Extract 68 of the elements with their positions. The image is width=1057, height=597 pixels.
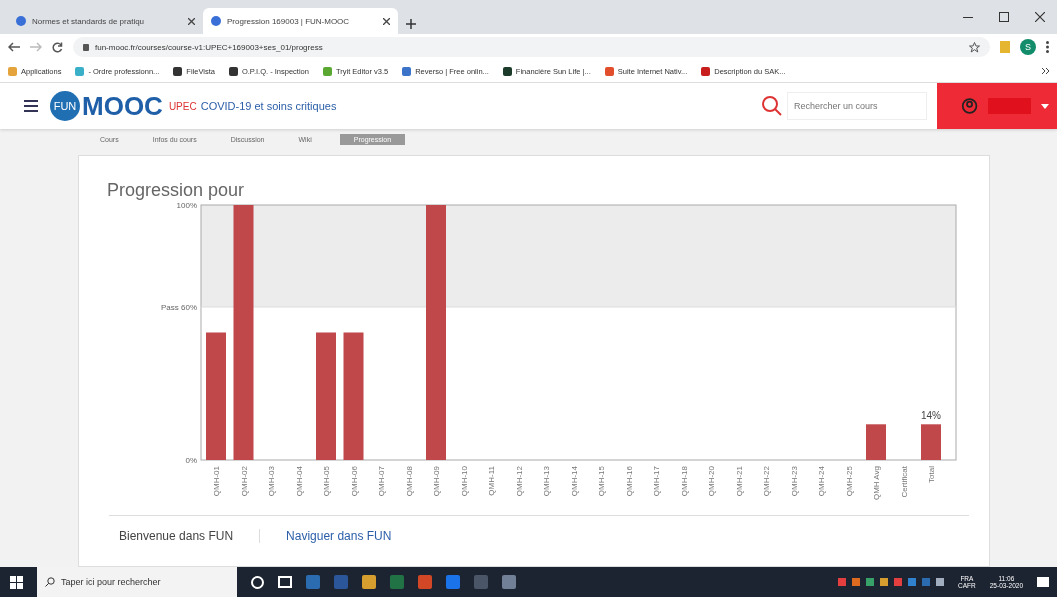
score-bar — [921, 424, 941, 460]
favicon-icon — [16, 16, 26, 26]
browser-tab[interactable]: Progression 169003 | FUN-MOOC — [203, 8, 398, 34]
x-axis-label: QMH-04 — [294, 466, 304, 497]
x-axis-label: QMH-09 — [432, 466, 441, 497]
minimize-icon[interactable] — [963, 16, 973, 18]
search-field[interactable]: Rechercher un cours — [787, 92, 927, 120]
x-axis-label: QMH-05 — [322, 466, 331, 497]
cortana-icon[interactable] — [251, 575, 264, 589]
x-axis-label: QMH-20 — [707, 466, 716, 497]
x-axis-label: QMH Avg — [872, 466, 881, 501]
profile-avatar[interactable]: S — [1020, 39, 1036, 55]
x-axis-label: QMH-06 — [349, 466, 359, 497]
x-axis-label: QMH-16 — [624, 466, 634, 497]
more-bookmarks-icon[interactable] — [1042, 68, 1049, 74]
search-icon — [45, 577, 55, 587]
close-icon[interactable] — [1035, 12, 1045, 22]
x-axis-label: QMH-24 — [817, 466, 826, 497]
x-axis-label: QMH-23 — [789, 466, 799, 497]
x-axis-label: QMH-22 — [762, 466, 771, 497]
task-view-icon[interactable] — [278, 576, 292, 588]
y-tick-label: 100% — [176, 201, 197, 210]
address-bar[interactable]: fun-mooc.fr/courses/course-v1:UPEC+169003+ses_01/progress — [73, 37, 990, 57]
maximize-icon[interactable] — [999, 12, 1009, 22]
close-icon[interactable] — [188, 17, 195, 25]
x-axis-label: QMH-17 — [652, 466, 661, 497]
x-axis-label: QMH-10 — [459, 466, 469, 497]
progress-title: Progression pour — [107, 180, 246, 201]
course-name: COVID-19 et soins critiques — [200, 100, 337, 112]
star-icon[interactable] — [969, 41, 980, 53]
footer-link[interactable]: Bienvenue dans FUN — [119, 529, 234, 543]
close-icon[interactable] — [383, 17, 390, 25]
logo-text[interactable]: MOOC — [82, 90, 163, 122]
logo-badge[interactable]: FUN — [50, 91, 80, 121]
x-axis-label: QMH-11 — [487, 466, 496, 496]
x-axis-label: Total — [927, 466, 936, 483]
x-axis-label: QMH-12 — [514, 466, 524, 497]
x-axis-label: QMH-07 — [377, 466, 386, 497]
taskbar-search-field[interactable]: Taper ici pour rechercher — [37, 567, 237, 597]
x-axis-label: QMH-02 — [239, 466, 249, 497]
y-tick-label: Pass 60% — [160, 303, 197, 312]
x-axis-label: QMH-08 — [404, 466, 414, 497]
back-icon[interactable] — [8, 42, 20, 52]
score-bar — [866, 424, 886, 460]
course-org: UPEC — [168, 100, 197, 112]
x-axis-label: QMH-25 — [844, 466, 854, 497]
x-axis-label: QMH-18 — [679, 466, 689, 497]
menu-icon[interactable] — [24, 100, 38, 112]
search-icon[interactable] — [761, 95, 783, 117]
windows-start-icon[interactable] — [10, 575, 23, 589]
footer-link[interactable]: Naviguer dans FUN — [259, 529, 392, 543]
redacted-name — [988, 98, 1031, 114]
user-icon — [961, 96, 979, 116]
x-axis-label: QMH-14 — [569, 466, 579, 497]
browser-tab[interactable]: Normes et standards de pratiqu — [8, 8, 203, 34]
x-axis-label: QMH-01 — [212, 466, 221, 497]
menu-icon[interactable] — [1046, 41, 1049, 53]
x-axis-label: QMH-03 — [267, 466, 276, 497]
lock-icon — [83, 43, 89, 51]
favicon-icon — [211, 16, 221, 26]
reload-icon[interactable] — [52, 41, 63, 53]
value-label: 14% — [921, 410, 941, 422]
x-axis-label: QMH-13 — [542, 466, 551, 497]
x-axis-label: Certificat — [899, 466, 909, 498]
y-tick-label: 0% — [185, 456, 197, 465]
x-axis-label: QMH-21 — [734, 466, 744, 497]
x-axis-label: QMH-15 — [597, 466, 606, 497]
new-tab-icon[interactable] — [406, 19, 416, 29]
